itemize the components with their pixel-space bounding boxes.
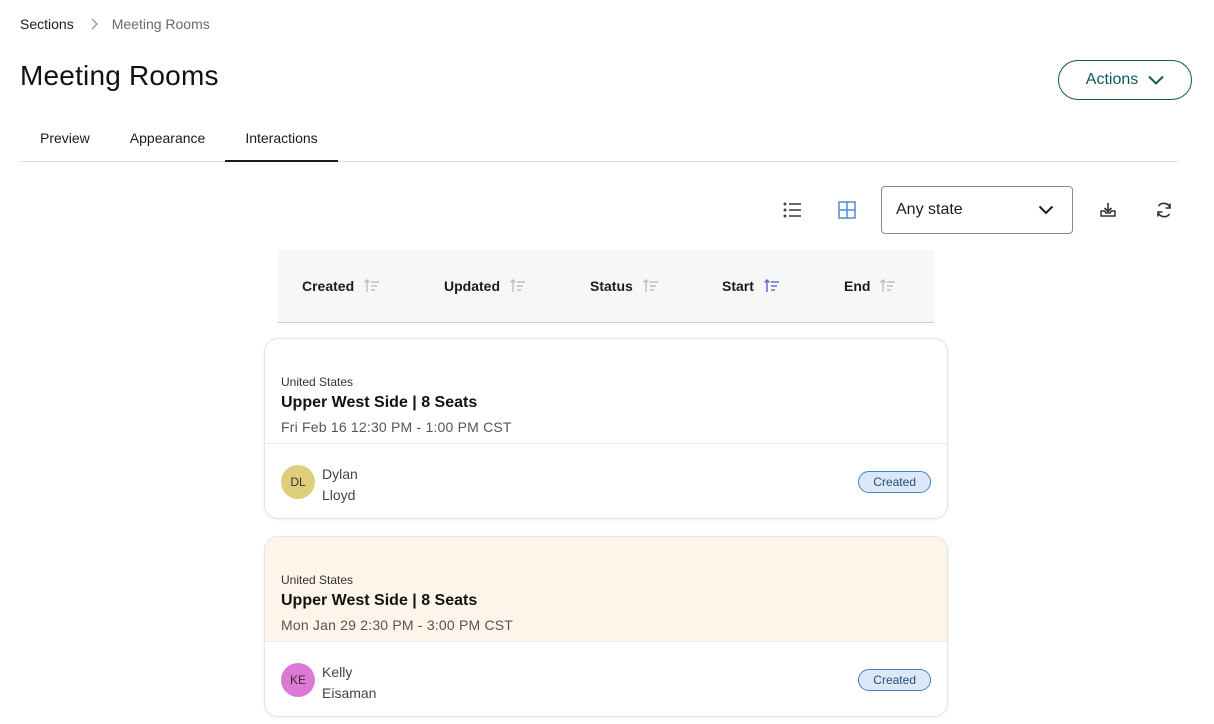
person-last-name: Eisaman [322, 685, 377, 701]
avatar: DL [281, 465, 315, 499]
card-title: Upper West Side | 8 Seats [281, 592, 478, 609]
status-badge: Created [858, 669, 931, 691]
chevron-right-icon [90, 18, 98, 30]
status-badge: Created [858, 471, 931, 493]
tab-bar: Preview Appearance Interactions [20, 120, 1178, 162]
column-updated-label: Updated [444, 278, 500, 294]
column-start-label: Start [722, 278, 754, 294]
actions-label: Actions [1085, 71, 1139, 88]
breadcrumb: Sections Meeting Rooms [20, 16, 210, 32]
page-title: Meeting Rooms [20, 60, 219, 91]
sort-icon [642, 279, 659, 293]
sort-icon [880, 279, 896, 293]
booking-card[interactable]: United States Upper West Side | 8 Seats … [264, 338, 948, 519]
card-time: Mon Jan 29 2:30 PM - 3:00 PM CST [281, 617, 514, 633]
table-header: Created Updated Status Start End [278, 250, 934, 323]
tab-appearance[interactable]: Appearance [110, 120, 226, 161]
card-time: Fri Feb 16 12:30 PM - 1:00 PM CST [281, 419, 512, 435]
tab-interactions[interactable]: Interactions [225, 120, 338, 162]
refresh-icon[interactable] [1152, 198, 1176, 222]
person-last-name: Lloyd [322, 487, 356, 503]
card-header: United States Upper West Side | 8 Seats … [265, 339, 947, 444]
avatar: KE [281, 663, 315, 697]
breadcrumb-sections-link[interactable]: Sections [20, 16, 74, 32]
person-first-name: Kelly [322, 664, 353, 680]
card-country: United States [281, 573, 354, 587]
chevron-down-icon [1148, 75, 1164, 85]
column-end[interactable]: End [844, 278, 896, 294]
card-country: United States [281, 375, 354, 389]
card-header: United States Upper West Side | 8 Seats … [265, 537, 947, 642]
column-status-label: Status [590, 278, 633, 294]
person-first-name: Dylan [322, 466, 358, 482]
person-name: Dylan Lloyd [322, 464, 358, 506]
column-created[interactable]: Created [302, 278, 380, 294]
download-icon[interactable] [1096, 198, 1120, 222]
breadcrumb-current: Meeting Rooms [111, 16, 210, 32]
person-name: Kelly Eisaman [322, 662, 376, 704]
state-filter-select[interactable]: Any state [881, 186, 1073, 234]
sort-active-icon [763, 279, 780, 293]
column-updated[interactable]: Updated [444, 278, 526, 294]
card-title: Upper West Side | 8 Seats [281, 394, 478, 411]
column-status[interactable]: Status [590, 278, 659, 294]
chevron-down-icon [1038, 205, 1054, 215]
booking-card[interactable]: United States Upper West Side | 8 Seats … [264, 536, 948, 717]
column-start[interactable]: Start [722, 278, 780, 294]
grid-view-icon[interactable] [835, 198, 859, 222]
tab-preview[interactable]: Preview [20, 120, 110, 161]
sort-icon [510, 279, 526, 293]
column-end-label: End [844, 278, 871, 294]
column-created-label: Created [302, 278, 355, 294]
sort-icon [364, 279, 380, 293]
list-view-icon[interactable] [781, 198, 805, 222]
state-filter-value: Any state [896, 201, 963, 218]
actions-button[interactable]: Actions [1058, 60, 1192, 100]
